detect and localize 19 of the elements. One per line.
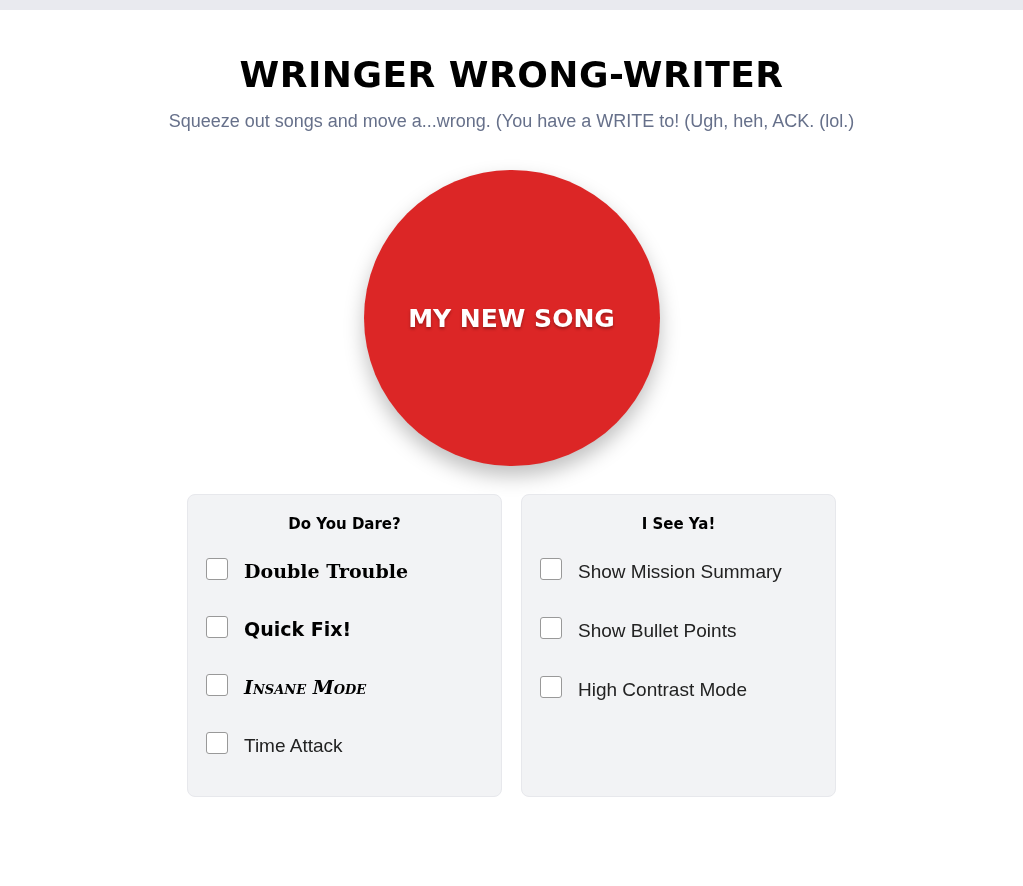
- new-song-button[interactable]: MY NEW SONG: [363, 170, 660, 466]
- app-title: WRINGER WRONG-WRITER: [239, 54, 784, 95]
- checkbox[interactable]: [206, 616, 228, 638]
- checkbox[interactable]: [540, 617, 562, 639]
- option-label: Insane Mode: [244, 676, 367, 698]
- checkbox[interactable]: [540, 558, 562, 580]
- checkbox[interactable]: [206, 732, 228, 754]
- checkbox[interactable]: [206, 674, 228, 696]
- option-label: Time Attack: [244, 735, 343, 756]
- panel-heading: I See Ya!: [640, 515, 717, 533]
- panel-heading: Do You Dare?: [287, 515, 402, 533]
- option-label: Quick Fix!: [244, 618, 352, 640]
- option-label: Show Mission Summary: [578, 561, 782, 582]
- option-label: High Contrast Mode: [578, 679, 747, 700]
- option-label: Double Trouble: [244, 560, 408, 582]
- checkbox[interactable]: [206, 558, 228, 580]
- option-label: Show Bullet Points: [578, 620, 737, 641]
- subtitle: Squeeze out songs and move a...wrong. (You have a WRITE to! (Ugh, heh, ACK. (lol.): [168, 111, 855, 132]
- checkbox[interactable]: [540, 676, 562, 698]
